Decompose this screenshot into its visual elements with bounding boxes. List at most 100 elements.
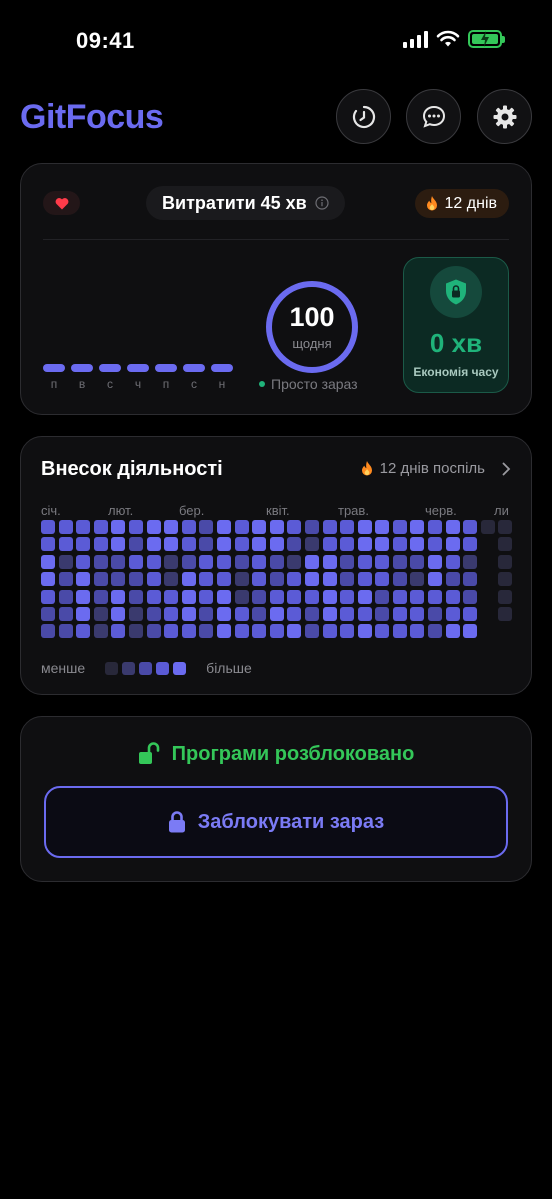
contribution-cell bbox=[93, 554, 108, 569]
time-saved-tile[interactable]: 0 хв Економія часу bbox=[403, 257, 509, 393]
contribution-cell bbox=[269, 520, 284, 534]
contribution-cell bbox=[234, 572, 249, 587]
spend-goal-chip[interactable]: Витратити 45 хв bbox=[146, 186, 345, 220]
contribution-cell bbox=[58, 589, 73, 604]
wifi-icon bbox=[436, 30, 460, 47]
contribution-cell bbox=[428, 606, 443, 621]
contribution-cell bbox=[498, 537, 513, 552]
contribution-cell bbox=[322, 537, 337, 552]
contribution-cell bbox=[216, 589, 231, 604]
contribution-cell bbox=[357, 606, 372, 621]
contribution-cell bbox=[164, 554, 179, 569]
contribution-cell bbox=[410, 520, 425, 534]
contribution-cell bbox=[445, 520, 460, 534]
contribution-cell bbox=[181, 589, 196, 604]
contribution-cell bbox=[58, 572, 73, 587]
contribution-cell bbox=[181, 520, 196, 534]
contribution-cell bbox=[375, 520, 390, 534]
daily-score-ring: 100 щодня bbox=[266, 281, 358, 373]
spend-goal-label: Витратити 45 хв bbox=[162, 192, 307, 213]
contribution-cell bbox=[322, 589, 337, 604]
contribution-cell bbox=[252, 572, 267, 587]
contribution-cell bbox=[340, 572, 355, 587]
unlocked-status: Програми розблоковано bbox=[21, 742, 531, 766]
contribution-cell bbox=[392, 554, 407, 569]
contribution-cell bbox=[481, 624, 495, 638]
favorite-chip[interactable] bbox=[43, 191, 80, 215]
contribution-cell bbox=[340, 624, 355, 639]
contribution-cell bbox=[199, 554, 214, 569]
contribution-cell bbox=[146, 572, 161, 587]
contribution-cell bbox=[111, 624, 126, 639]
weekday-label: п bbox=[50, 377, 58, 391]
battery-icon bbox=[468, 30, 505, 48]
settings-button[interactable] bbox=[477, 89, 532, 144]
contribution-cell bbox=[199, 606, 214, 621]
contribution-cell bbox=[164, 606, 179, 621]
contribution-cell bbox=[445, 606, 460, 621]
contribution-cell bbox=[199, 624, 214, 639]
contribution-cell bbox=[58, 520, 73, 534]
contribution-cell bbox=[375, 589, 390, 604]
cellular-signal-icon bbox=[403, 30, 428, 48]
contribution-cell bbox=[463, 606, 478, 621]
contribution-cell bbox=[216, 606, 231, 621]
padlock-icon bbox=[168, 811, 185, 833]
contribution-cell bbox=[428, 624, 443, 639]
contribution-cell bbox=[252, 537, 267, 552]
unlocked-padlock-icon bbox=[138, 742, 159, 764]
contribution-cell bbox=[357, 554, 372, 569]
contribution-cell bbox=[445, 554, 460, 569]
contribution-cell bbox=[322, 572, 337, 587]
lock-now-label: Заблокувати зараз bbox=[197, 810, 385, 833]
contribution-cell bbox=[357, 624, 372, 639]
contribution-cell bbox=[252, 624, 267, 639]
contribution-cell bbox=[322, 554, 337, 569]
contribution-cell bbox=[199, 520, 214, 534]
contribution-cell bbox=[269, 606, 284, 621]
month-label: квіт. bbox=[266, 503, 290, 518]
contribution-cell bbox=[234, 589, 249, 604]
status-bar: 09:41 bbox=[0, 0, 552, 80]
contribution-cell bbox=[128, 589, 143, 604]
legend-swatch bbox=[156, 661, 170, 675]
contribution-cell bbox=[304, 520, 319, 534]
app-header: GitFocus bbox=[20, 88, 532, 146]
daily-score-caption: щодня bbox=[292, 335, 332, 351]
contribution-cell bbox=[498, 624, 512, 638]
contribution-cell bbox=[58, 554, 73, 569]
contribution-cell bbox=[304, 589, 319, 604]
app-logo: GitFocus bbox=[20, 98, 164, 136]
contribution-cell bbox=[199, 572, 214, 587]
lock-now-button[interactable]: Заблокувати зараз bbox=[44, 786, 508, 858]
activity-card[interactable]: Внесок діяльності 12 днів поспіль січ. лю… bbox=[20, 436, 532, 695]
heart-icon bbox=[55, 197, 68, 209]
contribution-cell bbox=[93, 572, 108, 587]
weekday-column: п bbox=[155, 364, 177, 391]
legend-swatch bbox=[173, 661, 187, 675]
weekday-label: в bbox=[78, 377, 86, 391]
contribution-cell bbox=[93, 537, 108, 552]
contribution-cell bbox=[252, 520, 267, 534]
streak-chip: 12 днів bbox=[414, 189, 509, 218]
contribution-cell bbox=[269, 624, 284, 639]
month-labels: січ. лют. бер. квіт. трав. черв. ли bbox=[41, 503, 515, 519]
chat-bubble-icon bbox=[422, 105, 445, 128]
contribution-cell bbox=[340, 589, 355, 604]
contribution-cell bbox=[41, 554, 55, 569]
contribution-cell bbox=[498, 554, 513, 569]
legend-swatch bbox=[139, 661, 153, 675]
contribution-cell bbox=[410, 589, 425, 604]
contribution-cell bbox=[498, 520, 513, 534]
weekday-bar bbox=[71, 364, 93, 372]
contribution-cell bbox=[481, 555, 495, 569]
chat-button[interactable] bbox=[406, 89, 461, 144]
contribution-cell bbox=[269, 554, 284, 569]
timer-button[interactable] bbox=[336, 89, 391, 144]
activity-streak-link[interactable]: 12 днів поспіль bbox=[360, 460, 511, 477]
contribution-cell bbox=[445, 572, 460, 587]
contribution-cell bbox=[287, 554, 302, 569]
contribution-cell bbox=[128, 520, 143, 534]
streak-label: 12 днів bbox=[444, 194, 497, 212]
contribution-cell bbox=[392, 589, 407, 604]
